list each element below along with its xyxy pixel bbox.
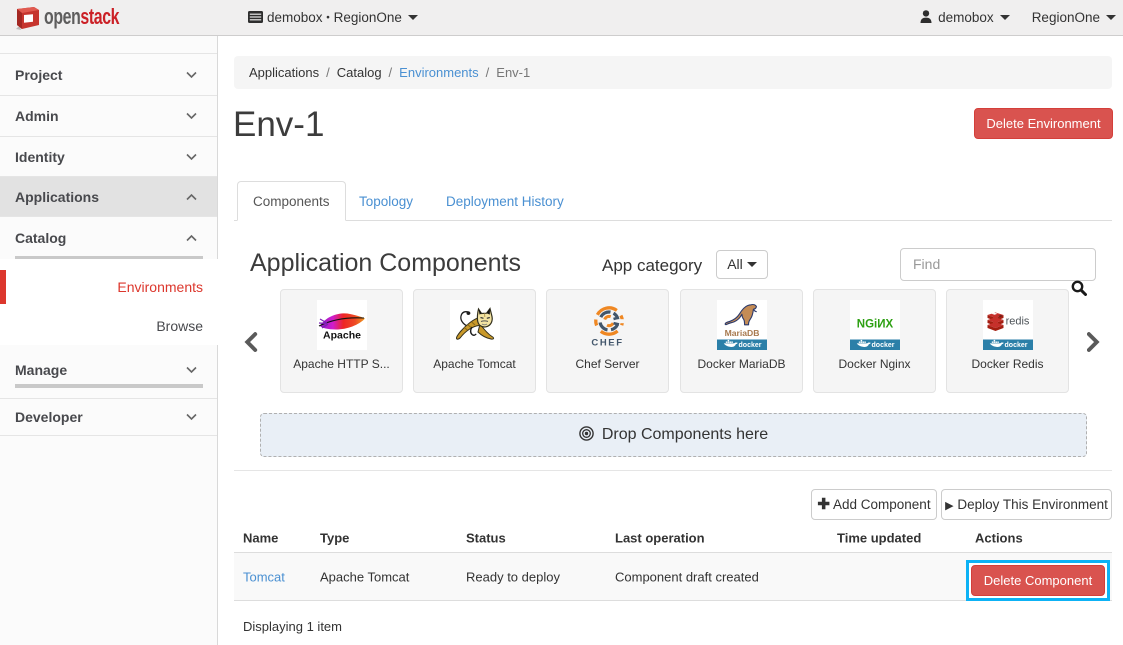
svg-text:redis: redis	[1005, 316, 1029, 328]
svg-text:docker: docker	[1004, 342, 1027, 349]
svg-text:Apache: Apache	[323, 330, 361, 342]
svg-text:NGiИX: NGiИX	[856, 319, 893, 331]
svg-text:MariaDB: MariaDB	[724, 328, 759, 338]
svg-text:CHEF: CHEF	[591, 338, 623, 349]
svg-text:docker: docker	[871, 342, 894, 349]
svg-text:docker: docker	[738, 342, 761, 349]
